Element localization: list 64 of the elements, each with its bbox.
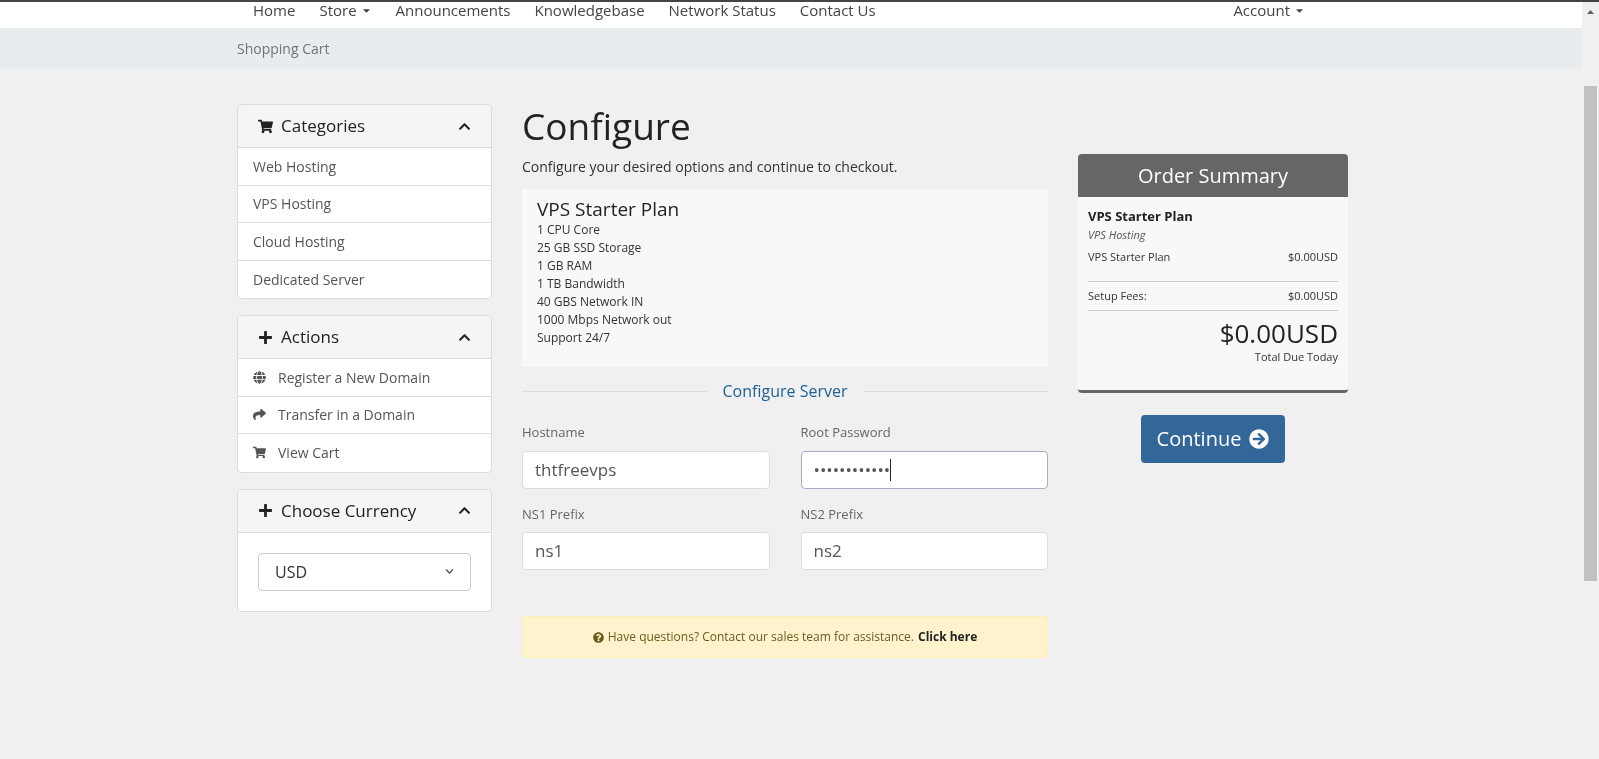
page-title: Configure <box>522 104 692 148</box>
section-title: Configure Server <box>721 379 849 403</box>
cart-icon <box>258 118 273 134</box>
chevron-down-icon <box>445 567 454 576</box>
summary-line-label: VPS Starter Plan <box>1088 249 1171 266</box>
summary-total-label: Total Due Today <box>1253 349 1338 366</box>
nav-link[interactable]: Announcements <box>383 2 523 18</box>
nav-link[interactable]: Contact Us <box>787 2 888 18</box>
input-field[interactable]: •••••••••••• <box>800 450 1048 489</box>
field-label: Hostname <box>522 423 586 443</box>
field-label: NS2 Prefix <box>800 504 865 524</box>
field-label: NS1 Prefix <box>522 504 586 524</box>
question-icon <box>592 631 604 643</box>
panel-title: Choose Currency <box>281 497 417 524</box>
summary-line-label: Setup Fees: <box>1088 287 1147 304</box>
globe-icon <box>253 370 266 384</box>
sidebar-item[interactable]: VPS Hosting <box>238 185 491 223</box>
product-feature: 1 GB RAM <box>537 257 594 275</box>
scroll-up-icon <box>1587 10 1594 14</box>
panel-header[interactable]: Actions <box>238 316 491 359</box>
panel-header[interactable]: Choose Currency <box>238 489 491 533</box>
scrollbar-thumb[interactable] <box>1584 86 1597 581</box>
input-field[interactable]: ns2 <box>800 532 1048 570</box>
sidebar-item[interactable]: Web Hosting <box>238 148 491 186</box>
product-feature: 40 GBS Network IN <box>537 293 645 311</box>
plus-icon <box>258 329 273 345</box>
nav-link[interactable]: Network Status <box>656 2 788 18</box>
continue-button[interactable]: Continue <box>1140 414 1286 463</box>
plus-icon <box>258 503 273 518</box>
share-icon <box>253 408 266 422</box>
currency-select[interactable]: USD <box>258 552 471 591</box>
product-feature: 1000 Mbps Network out <box>537 311 673 329</box>
product-feature: 1 CPU Core <box>537 221 602 239</box>
sidebar-item[interactable]: Dedicated Server <box>238 260 491 298</box>
nav-link[interactable]: Account <box>1221 2 1317 18</box>
summary-line-amount: $0.00USD <box>1287 287 1338 304</box>
product-feature: 25 GB SSD Storage <box>537 239 643 257</box>
product-feature: 1 TB Bandwidth <box>537 275 626 293</box>
field-label: Root Password <box>800 423 892 443</box>
page-subtitle: Configure your desired options and continue to checkout. <box>522 156 899 177</box>
cart-icon <box>253 446 266 460</box>
breadcrumb[interactable]: Shopping Cart <box>237 37 330 59</box>
sidebar-item[interactable]: Register a New Domain <box>238 359 491 397</box>
product-name: VPS Starter Plan <box>537 197 681 221</box>
help-text: Have questions? Contact our sales team for assistance. <box>607 628 914 646</box>
summary-header: Order Summary <box>1078 154 1348 197</box>
panel-header[interactable]: Categories <box>238 105 491 148</box>
input-field[interactable]: ns1 <box>522 532 770 570</box>
nav-link[interactable]: Store <box>307 2 384 18</box>
nav-link[interactable]: Knowledgebase <box>522 2 657 18</box>
panel-title: Categories <box>281 113 366 139</box>
summary-total: $0.00USD <box>1218 317 1338 349</box>
help-link[interactable]: Click here <box>918 628 978 646</box>
summary-group: VPS Hosting <box>1088 226 1338 243</box>
sidebar-item[interactable]: Transfer in a Domain <box>238 396 491 434</box>
input-field[interactable]: thtfreevps <box>522 450 770 489</box>
summary-line-amount: $0.00USD <box>1287 249 1338 266</box>
panel-title: Actions <box>281 324 339 350</box>
arrow-right-icon <box>1249 428 1270 449</box>
sidebar-item[interactable]: View Cart <box>238 434 491 472</box>
sidebar-item[interactable]: Cloud Hosting <box>238 223 491 261</box>
nav-link[interactable]: Home <box>241 2 308 18</box>
summary-product: VPS Starter Plan <box>1088 207 1194 227</box>
product-feature: Support 24/7 <box>537 329 612 347</box>
